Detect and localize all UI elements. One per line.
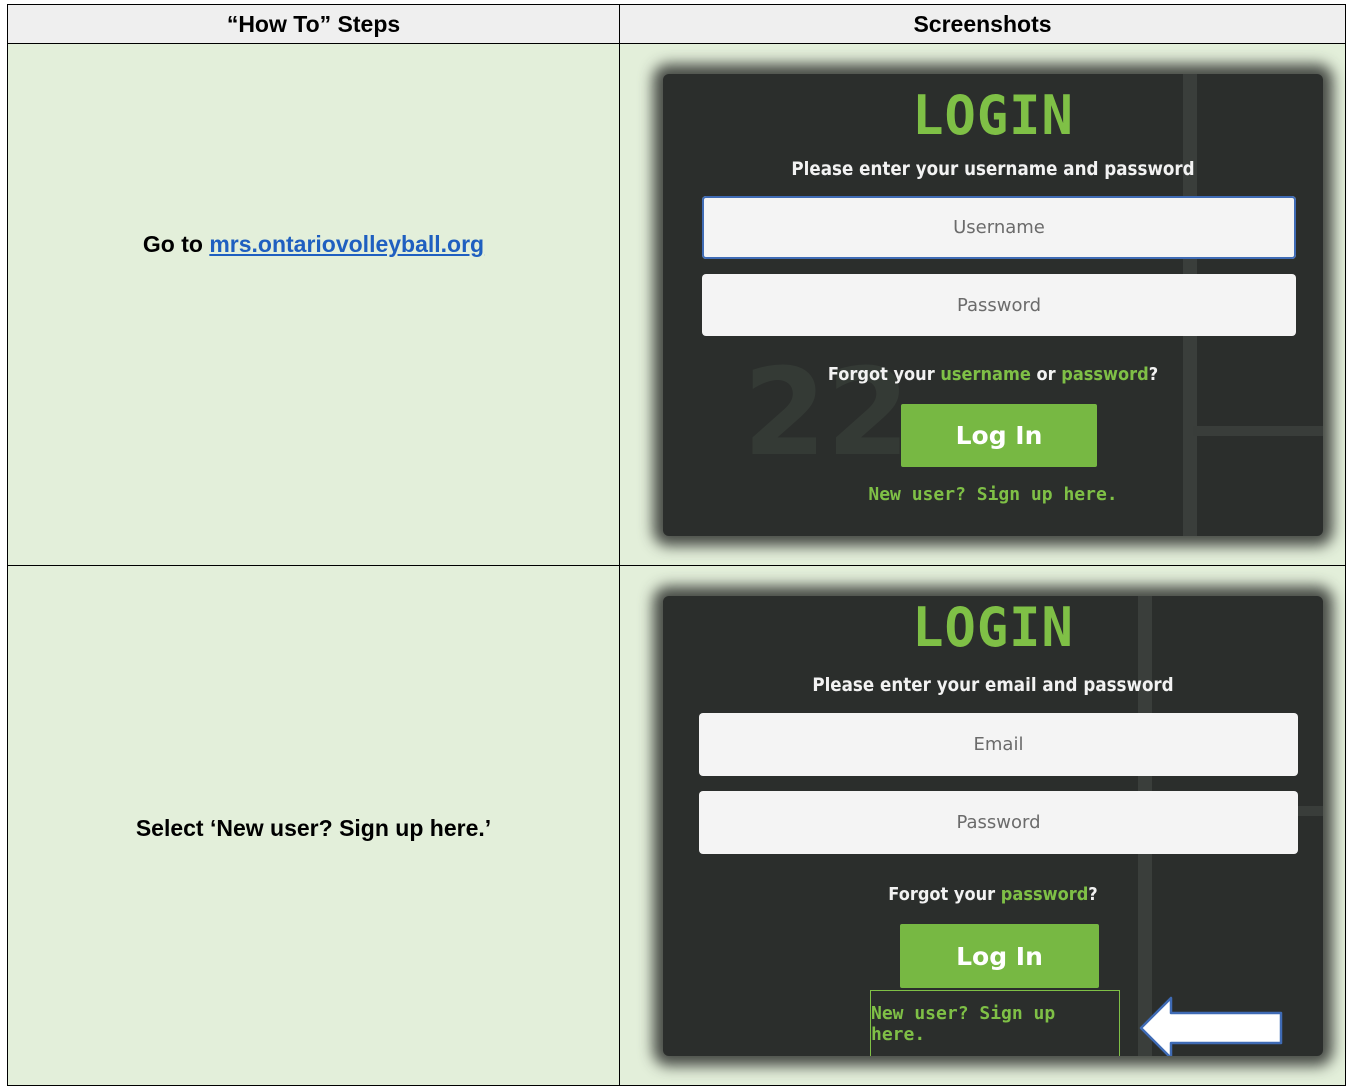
new-user-signup-link-highlighted[interactable]: New user? Sign up here. — [870, 990, 1120, 1056]
mrs-link[interactable]: mrs.ontariovolleyball.org — [209, 231, 484, 257]
step-2-cell: Select ‘New user? Sign up here.’ — [8, 566, 620, 1085]
password-input[interactable]: Password — [699, 791, 1298, 854]
screenshot-2-cell: LOGIN Please enter your email and passwo… — [620, 566, 1345, 1085]
forgot-line: Forgot your password? — [696, 884, 1290, 905]
forgot-suffix: ? — [1148, 364, 1159, 385]
forgot-password-link[interactable]: password — [1061, 364, 1148, 385]
username-input[interactable]: Username — [702, 196, 1296, 259]
password-placeholder: Password — [956, 812, 1041, 833]
login-title: LOGIN — [912, 84, 1074, 148]
email-input[interactable]: Email — [699, 713, 1298, 776]
forgot-line: Forgot your username or password? — [696, 364, 1290, 385]
new-user-signup-link[interactable]: New user? Sign up here. — [663, 484, 1323, 505]
step-2-text: Select ‘New user? Sign up here.’ — [135, 815, 492, 841]
header-steps-label: “How To” Steps — [226, 10, 401, 37]
forgot-prefix: Forgot your — [827, 364, 941, 385]
how-to-table: “How To” Steps Screenshots Go to mrs.ont… — [7, 4, 1346, 1086]
password-placeholder: Password — [956, 294, 1042, 316]
step-1-text: Go to mrs.ontariovolleyball.org — [143, 231, 484, 258]
forgot-mid: or — [1030, 364, 1062, 385]
login-panel-username: 22 LOGIN Please enter your username and … — [663, 74, 1323, 536]
step-1-cell: Go to mrs.ontariovolleyball.org — [8, 44, 620, 566]
step-1-prefix: Go to — [142, 231, 210, 257]
header-how-to-steps: “How To” Steps — [8, 5, 620, 44]
header-screenshots: Screenshots — [620, 5, 1345, 44]
login-title: LOGIN — [912, 596, 1074, 660]
password-input[interactable]: Password — [702, 274, 1296, 336]
log-in-button[interactable]: Log In — [901, 404, 1097, 467]
email-placeholder: Email — [973, 734, 1024, 755]
right-pointing-arrow-icon — [1139, 996, 1283, 1056]
log-in-button[interactable]: Log In — [900, 924, 1099, 988]
forgot-prefix: Forgot your — [888, 884, 1001, 905]
forgot-suffix: ? — [1088, 884, 1098, 905]
screenshot-1-cell: 22 LOGIN Please enter your username and … — [620, 44, 1345, 566]
forgot-password-link[interactable]: password — [1001, 884, 1088, 905]
login-panel-email: LOGIN Please enter your email and passwo… — [663, 596, 1323, 1056]
login-subtitle: Please enter your username and password — [791, 158, 1195, 180]
username-placeholder: Username — [953, 217, 1045, 238]
header-screenshots-label: Screenshots — [913, 10, 1052, 37]
forgot-username-link[interactable]: username — [940, 364, 1030, 385]
login-subtitle: Please enter your email and password — [812, 674, 1174, 696]
background-stripe — [1193, 426, 1323, 436]
